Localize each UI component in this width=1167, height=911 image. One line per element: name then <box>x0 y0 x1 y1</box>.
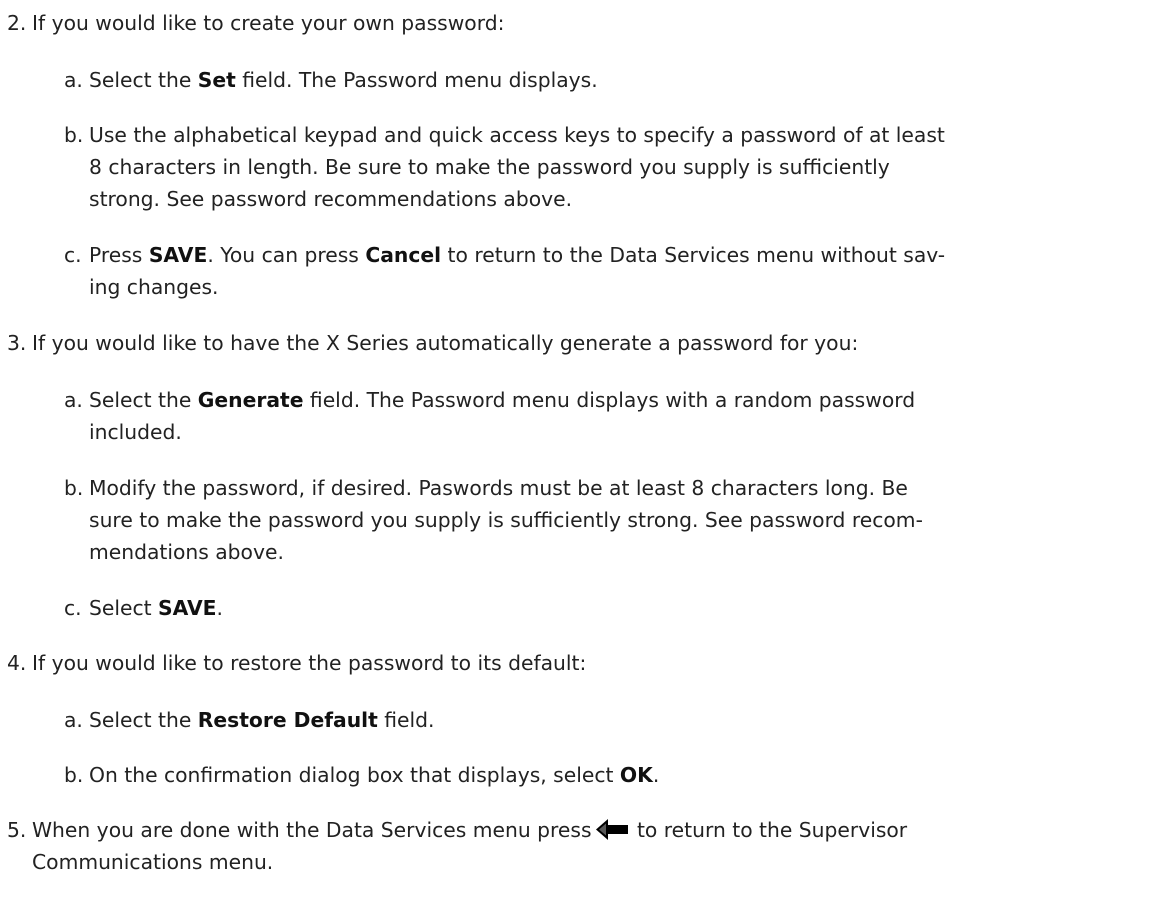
substep-line: On the confirmation dialog box that disp… <box>89 763 660 787</box>
step-text: If you would like to create your own pas… <box>32 11 505 35</box>
substep-line: Select the Restore Default field. <box>89 708 435 732</box>
step-number: 3. <box>7 331 27 355</box>
substep-line: Use the alphabetical keypad and quick ac… <box>89 123 945 147</box>
ui-term-generate: Generate <box>197 388 304 412</box>
ui-term-save: SAVE <box>148 243 208 267</box>
step-line: When you are done with the Data Services… <box>32 817 908 842</box>
step-text: If you would like to restore the passwor… <box>32 651 587 675</box>
substep-letter: a. <box>64 388 83 412</box>
substep-line: Select the Set field. The Password menu … <box>89 68 598 92</box>
step-number: 5. <box>7 818 27 842</box>
substep-letter: c. <box>64 596 82 620</box>
substep-line: mendations above. <box>89 540 284 564</box>
ui-term-restore-default: Restore Default <box>197 708 378 732</box>
substep-letter: a. <box>64 708 83 732</box>
substep-line: Select the Generate field. The Password … <box>89 388 916 412</box>
substep-line: Press SAVE. You can press Cancel to retu… <box>89 243 946 267</box>
step-number: 2. <box>7 11 27 35</box>
substep-letter: c. <box>64 243 82 267</box>
substep-line: included. <box>89 420 182 444</box>
back-arrow-icon <box>595 817 628 841</box>
ui-term-cancel: Cancel <box>365 243 442 267</box>
substep-line: sure to make the password you supply is … <box>89 508 923 532</box>
substep-line: strong. See password recommendations abo… <box>89 187 573 211</box>
substep-letter: b. <box>64 763 84 787</box>
ui-term-save: SAVE <box>158 596 217 620</box>
substep-line: Select SAVE. <box>89 596 223 620</box>
step-text: If you would like to have the X Series a… <box>32 331 859 355</box>
substep-letter: b. <box>64 123 84 147</box>
substep-line: Modify the password, if desired. Pasword… <box>89 476 908 500</box>
step-number: 4. <box>7 651 27 675</box>
substep-letter: b. <box>64 476 84 500</box>
ui-term-ok: OK <box>619 763 653 787</box>
substep-line: ing changes. <box>89 275 219 299</box>
step-line: Communications menu. <box>32 850 274 874</box>
ui-term-set: Set <box>197 68 236 92</box>
substep-line: 8 characters in length. Be sure to make … <box>89 155 890 179</box>
substep-letter: a. <box>64 68 83 92</box>
